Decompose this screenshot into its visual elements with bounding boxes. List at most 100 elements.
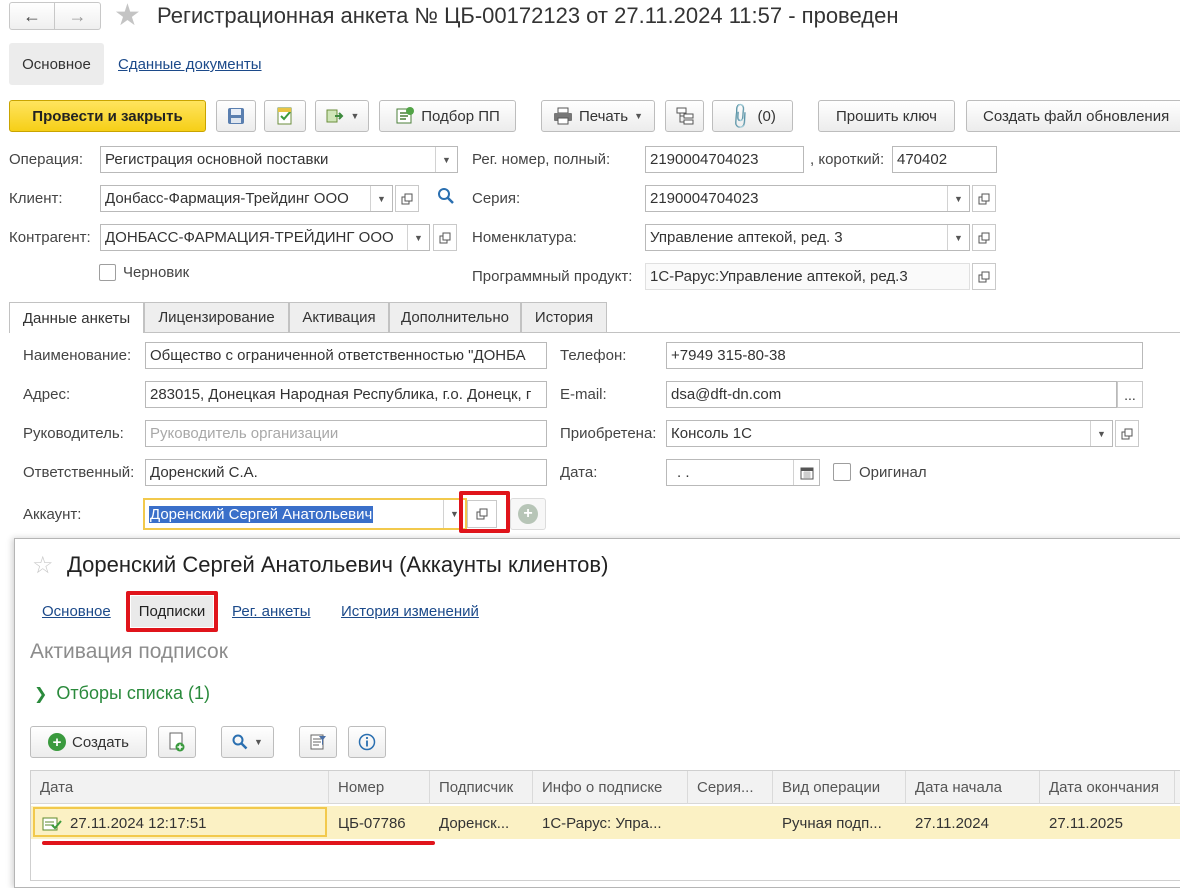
print-label: Печать (578, 107, 629, 125)
tab-licensing[interactable]: Лицензирование (144, 302, 289, 332)
column-header-series[interactable]: Серия... (688, 771, 773, 804)
tab-questionnaire-data[interactable]: Данные анкеты (9, 302, 144, 333)
list-filters-label: Отборы списка (1) (56, 683, 211, 703)
client-field[interactable]: Донбасс-Фармация-Трейдинг ООО ▼ (100, 185, 393, 212)
plus-circle-icon: + (47, 733, 66, 751)
calendar-icon[interactable] (793, 460, 819, 485)
reg-short-field[interactable]: 470402 (892, 146, 997, 173)
back-button[interactable]: ← (10, 3, 56, 29)
popup-favorite-star-icon[interactable]: ☆ (32, 551, 54, 580)
create-update-file-label: Создать файл обновления (983, 107, 1170, 125)
cell-operation-type[interactable]: Ручная подп... (773, 808, 906, 838)
subscriptions-highlight (126, 591, 218, 632)
dropdown-arrow-icon[interactable]: ▼ (947, 186, 969, 211)
head-field[interactable]: Руководитель организации (145, 420, 547, 447)
nomenclature-field[interactable]: Управление аптекой, ред. 3 ▼ (645, 224, 970, 251)
chevron-down-icon: ▼ (254, 737, 263, 747)
address-field[interactable]: 283015, Донецкая Народная Республика, г.… (145, 381, 547, 408)
original-checkbox[interactable] (833, 463, 851, 481)
cell-end-date[interactable]: 27.11.2025 (1040, 808, 1175, 838)
cell-subscriber[interactable]: Доренск... (430, 808, 533, 838)
name-field[interactable]: Общество с ограниченной ответственностью… (145, 342, 547, 369)
filter-settings-button[interactable] (299, 726, 337, 758)
list-filters-toggle[interactable]: ❯ Отборы списка (1) (34, 683, 210, 704)
column-header-date[interactable]: Дата (31, 771, 329, 804)
responsible-field[interactable]: Доренский С.А. (145, 459, 547, 486)
info-button[interactable] (348, 726, 386, 758)
nomenclature-open-button[interactable] (972, 224, 996, 251)
cell-series[interactable] (688, 808, 773, 838)
account-add-button[interactable]: + (510, 498, 546, 530)
account-open-button[interactable] (467, 500, 497, 528)
cell-number[interactable]: ЦБ-07786 (329, 808, 430, 838)
create-button-label: Создать (71, 733, 129, 751)
column-header-operation-type[interactable]: Вид операции (773, 771, 906, 804)
create-button[interactable]: + Создать (30, 726, 147, 758)
create-based-on-button[interactable]: ▼ (315, 100, 369, 132)
product-value: 1С-Рарус:Управление аптекой, ред.3 (650, 268, 908, 285)
create-update-file-button[interactable]: Создать файл обновления (966, 100, 1180, 132)
column-header-end-date[interactable]: Дата окончания (1040, 771, 1175, 804)
product-field: 1С-Рарус:Управление аптекой, ред.3 (645, 263, 970, 290)
account-field[interactable]: Доренский Сергей Анатольевич ▼ (143, 498, 467, 530)
forward-button[interactable]: → (55, 3, 100, 29)
phone-field[interactable]: +7949 315-80-38 (666, 342, 1143, 369)
paperclip-icon: 📎 (725, 100, 756, 131)
tab-main[interactable]: Основное (9, 43, 104, 85)
series-value: 2190004704023 (650, 190, 759, 207)
copy-button[interactable] (158, 726, 196, 758)
favorite-star-icon[interactable]: ★ (114, 0, 141, 33)
dropdown-arrow-icon[interactable]: ▼ (407, 225, 429, 250)
flash-key-button[interactable]: Прошить ключ (818, 100, 955, 132)
date-field[interactable]: . . (666, 459, 820, 486)
cell-start-date[interactable]: 27.11.2024 (906, 808, 1040, 838)
save-button[interactable] (216, 100, 256, 132)
reg-full-value: 2190004704023 (650, 151, 759, 168)
tab-history[interactable]: История (521, 302, 607, 332)
tab-additional[interactable]: Дополнительно (389, 302, 521, 332)
dropdown-arrow-icon[interactable]: ▼ (370, 186, 392, 211)
account-value: Доренский Сергей Анатольевич (145, 505, 443, 523)
tab-submitted-docs[interactable]: Сданные документы (118, 56, 262, 73)
post-button[interactable] (264, 100, 306, 132)
responsible-label: Ответственный: (23, 464, 135, 481)
column-header-number[interactable]: Номер (329, 771, 430, 804)
open-window-icon (401, 193, 413, 204)
popup-tab-reg-forms[interactable]: Рег. анкеты (232, 603, 311, 620)
tab-activation[interactable]: Активация (289, 302, 389, 332)
column-header-start-date[interactable]: Дата начала (906, 771, 1040, 804)
client-open-button[interactable] (395, 185, 419, 212)
print-button[interactable]: Печать ▼ (541, 100, 655, 132)
email-select-button[interactable]: ... (1117, 381, 1143, 408)
email-label: E-mail: (560, 386, 607, 403)
operation-select[interactable]: Регистрация основной поставки ▼ (100, 146, 458, 173)
contractor-open-button[interactable] (433, 224, 457, 251)
acquired-select[interactable]: Консоль 1С ▼ (666, 420, 1113, 447)
search-icon[interactable] (437, 187, 455, 209)
tabs-baseline (9, 332, 1180, 333)
series-open-button[interactable] (972, 185, 996, 212)
column-header-subscription-info[interactable]: Инфо о подписке (533, 771, 688, 804)
draft-checkbox[interactable] (99, 264, 116, 281)
search-button[interactable]: ▼ (221, 726, 274, 758)
dropdown-arrow-icon[interactable]: ▼ (1090, 421, 1112, 446)
contractor-field[interactable]: ДОНБАСС-ФАРМАЦИЯ-ТРЕЙДИНГ ООО ▼ (100, 224, 430, 251)
open-window-icon (439, 232, 451, 243)
select-pp-button[interactable]: Подбор ПП (379, 100, 516, 132)
cell-subscription-info[interactable]: 1С-Рарус: Упра... (533, 808, 688, 838)
cell-date[interactable]: 27.11.2024 12:17:51 (31, 808, 329, 838)
email-field[interactable]: dsa@dft-dn.com (666, 381, 1117, 408)
post-and-close-button[interactable]: Провести и закрыть (9, 100, 206, 132)
dropdown-arrow-icon[interactable]: ▼ (435, 147, 457, 172)
reg-full-field[interactable]: 2190004704023 (645, 146, 804, 173)
product-open-button[interactable] (972, 263, 996, 290)
address-value: 283015, Донецкая Народная Республика, г.… (150, 386, 532, 403)
structure-button[interactable] (665, 100, 704, 132)
dropdown-arrow-icon[interactable]: ▼ (947, 225, 969, 250)
column-header-subscriber[interactable]: Подписчик (430, 771, 533, 804)
acquired-open-button[interactable] (1115, 420, 1139, 447)
attachments-button[interactable]: 📎 (0) (712, 100, 793, 132)
popup-tab-main[interactable]: Основное (42, 603, 111, 620)
popup-tab-change-history[interactable]: История изменений (341, 603, 479, 620)
series-field[interactable]: 2190004704023 ▼ (645, 185, 970, 212)
